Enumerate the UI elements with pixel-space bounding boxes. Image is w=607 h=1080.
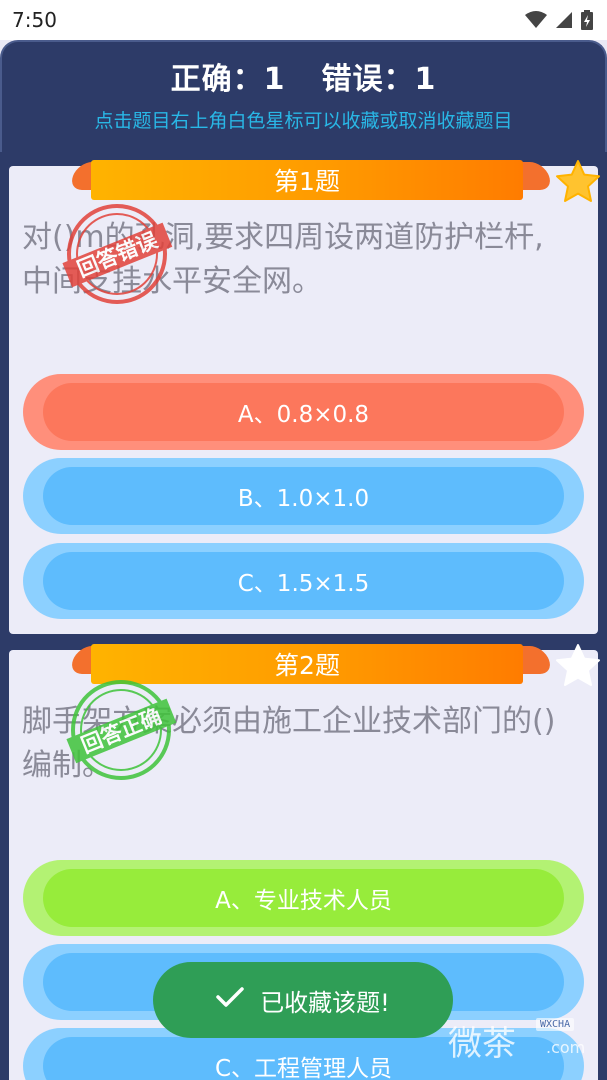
toast-text: 已收藏该题!: [260, 988, 390, 1017]
option-b[interactable]: B、1.0×1.0: [23, 458, 584, 534]
status-time: 7:50: [12, 8, 57, 32]
status-icons: [525, 10, 593, 30]
score-header: 正确：1 错误：1 点击题目右上角白色星标可以收藏或取消收藏题目: [0, 40, 607, 152]
watermark-small: WXCHA: [536, 1018, 575, 1031]
status-bar: 7:50: [0, 0, 607, 40]
watermark-suffix: .com: [546, 1038, 586, 1057]
stamp-wrong-text: 回答错误: [74, 228, 162, 282]
option-label: A、0.8×0.8: [43, 383, 564, 441]
question-list[interactable]: 第1题 对()m的孔洞,要求四周设两道防护栏杆,中间支挂水平安全网。 回答错误: [0, 152, 607, 1080]
question-card: 第1题 对()m的孔洞,要求四周设两道防护栏杆,中间支挂水平安全网。 回答错误: [9, 160, 600, 634]
watermark: 微茶 WXCHA .com: [448, 1012, 588, 1064]
favorite-star-filled-icon[interactable]: [554, 158, 602, 206]
stamp-correct: 回答正确: [61, 670, 181, 790]
favorite-star-outline-icon[interactable]: [554, 642, 602, 690]
wifi-icon: [525, 11, 547, 29]
option-c[interactable]: C、1.5×1.5: [23, 543, 584, 619]
correct-count: 正确：1: [170, 62, 286, 97]
stamp-correct-text: 回答正确: [78, 704, 165, 758]
watermark-main: 微茶: [448, 1024, 516, 1064]
score-row: 正确：1 错误：1: [2, 54, 605, 98]
battery-charging-icon: [581, 10, 593, 30]
signal-icon: [555, 11, 573, 29]
wrong-count: 错误：1: [321, 62, 437, 97]
option-a[interactable]: A、0.8×0.8: [23, 374, 584, 450]
check-icon: [216, 986, 244, 1014]
stamp-wrong: 回答错误: [57, 194, 177, 314]
option-a[interactable]: A、专业技术人员: [23, 860, 584, 936]
favorite-toast: 已收藏该题!: [153, 962, 453, 1038]
option-label: A、专业技术人员: [43, 869, 564, 927]
option-label: B、1.0×1.0: [43, 467, 564, 525]
quiz-screen: 正确：1 错误：1 点击题目右上角白色星标可以收藏或取消收藏题目 第1题 对()…: [0, 40, 607, 1080]
favorite-hint: 点击题目右上角白色星标可以收藏或取消收藏题目: [94, 110, 513, 132]
option-label: C、1.5×1.5: [43, 552, 564, 610]
